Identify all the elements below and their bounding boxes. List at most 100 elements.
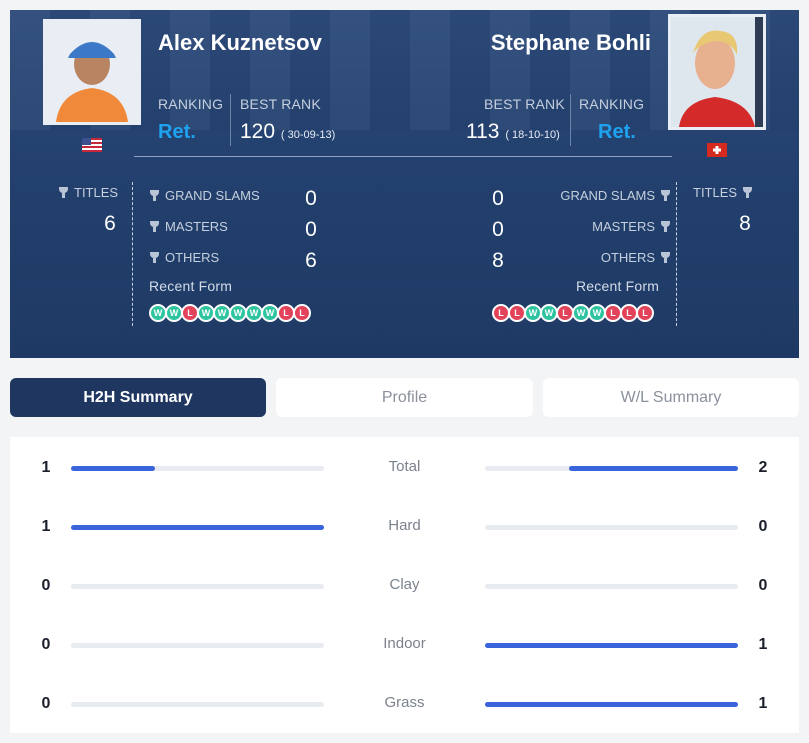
- switzerland-flag-icon: [707, 143, 727, 157]
- player1-grand-slams: 0: [305, 187, 317, 210]
- player1-masters: 0: [305, 218, 317, 241]
- player2-count: 0: [758, 577, 768, 594]
- player1-ranking-label: RANKING: [158, 96, 224, 112]
- player1-name[interactable]: Alex Kuznetsov: [158, 30, 322, 56]
- player2-bar: [485, 702, 738, 707]
- player2-recent-form: LLWWLWWLLL: [492, 304, 654, 322]
- player2-masters-label: MASTERS: [592, 219, 670, 234]
- player2-bar-fill: [485, 702, 738, 707]
- player2-count: 1: [758, 695, 768, 712]
- titles-label-text: TITLES: [74, 185, 119, 200]
- player1-bar-fill: [71, 466, 156, 471]
- tab-h2h-summary[interactable]: H2H Summary: [10, 378, 266, 417]
- player1-ranking: Ret.: [158, 121, 196, 143]
- player1-bar: [71, 525, 324, 530]
- player1-count: 1: [41, 518, 51, 535]
- summary-row-total: 1 Total 2: [10, 453, 799, 483]
- summary-category-label: Clay: [389, 576, 420, 593]
- player2-count: 1: [758, 636, 768, 653]
- player2-name[interactable]: Stephane Bohli: [491, 30, 651, 56]
- trophy-icon: [150, 252, 159, 263]
- player2-titles-label: TITLES: [693, 185, 753, 200]
- player2-others: 8: [492, 249, 504, 272]
- usa-flag-icon: [82, 138, 102, 152]
- player1-bar: [71, 466, 324, 471]
- player1-photo[interactable]: [43, 19, 141, 125]
- player2-count: 0: [758, 518, 768, 535]
- trophy-icon: [661, 190, 670, 201]
- summary-category-label: Total: [388, 458, 421, 475]
- divider: [230, 94, 231, 146]
- player2-bar: [485, 584, 738, 589]
- grand-slams-text: GRAND SLAMS: [165, 188, 260, 203]
- summary-category-label: Grass: [384, 694, 425, 711]
- player1-count: 0: [41, 695, 51, 712]
- player2-bar: [485, 643, 738, 648]
- player1-count: 1: [41, 459, 51, 476]
- trophy-icon: [150, 190, 159, 201]
- player1-others: 6: [305, 249, 317, 272]
- player1-best-rank-date: ( 30-09-13): [280, 129, 336, 141]
- player1-bar: [71, 584, 324, 589]
- player1-recent-form: WWLWWWWWLL: [149, 304, 311, 322]
- dotted-divider: [676, 182, 677, 326]
- grand-slams-text: GRAND SLAMS: [560, 188, 655, 203]
- player1-others-label: OTHERS: [150, 250, 219, 265]
- tab-profile[interactable]: Profile: [276, 378, 533, 417]
- others-text: OTHERS: [600, 250, 655, 265]
- tab-wl-summary[interactable]: W/L Summary: [543, 378, 799, 417]
- player1-best-rank: 120 ( 30-09-13): [240, 120, 335, 144]
- player2-others-label: OTHERS: [601, 250, 670, 265]
- player2-bar: [485, 525, 738, 530]
- h2h-summary-panel: 1 Total 2 1 Hard 0 0 Clay 0 0 Indoor 1 0 Grass 1: [10, 437, 799, 733]
- header-divider: [134, 156, 672, 157]
- player2-bar-fill: [569, 466, 738, 471]
- player2-best-rank-value: 113: [466, 120, 500, 143]
- player1-bar: [71, 702, 324, 707]
- player1-masters-label: MASTERS: [150, 219, 228, 234]
- player2-grand-slams-label: GRAND SLAMS: [560, 188, 670, 203]
- player1-count: 0: [41, 636, 51, 653]
- player-header: Alex Kuznetsov RANKING Ret. BEST RANK 12…: [10, 10, 799, 358]
- masters-text: MASTERS: [592, 219, 655, 234]
- player1-form-badge-loss: L: [293, 304, 311, 322]
- player2-count: 2: [758, 459, 768, 476]
- trophy-icon: [150, 221, 159, 232]
- player1-best-rank-label: BEST RANK: [240, 96, 321, 112]
- player2-photo[interactable]: [668, 14, 766, 130]
- player1-recent-form-label: Recent Form: [149, 278, 233, 294]
- player2-masters: 0: [492, 218, 504, 241]
- player2-titles: 8: [739, 212, 751, 235]
- player2-avatar: [671, 17, 763, 127]
- masters-text: MASTERS: [165, 219, 228, 234]
- others-text: OTHERS: [165, 250, 220, 265]
- player2-bar-fill: [485, 643, 738, 648]
- player2-best-rank-label: BEST RANK: [484, 96, 565, 112]
- summary-row-clay: 0 Clay 0: [10, 571, 799, 601]
- titles-label-text: TITLES: [693, 185, 738, 200]
- summary-row-hard: 1 Hard 0: [10, 512, 799, 542]
- trophy-icon: [661, 252, 670, 263]
- summary-category-label: Indoor: [383, 635, 426, 652]
- player1-bar-fill: [71, 525, 324, 530]
- player1-titles: 6: [104, 212, 116, 235]
- player1-grand-slams-label: GRAND SLAMS: [150, 188, 260, 203]
- summary-row-indoor: 0 Indoor 1: [10, 630, 799, 660]
- player2-form-badge-loss: L: [636, 304, 654, 322]
- dotted-divider: [132, 182, 133, 326]
- trophy-icon: [59, 187, 68, 198]
- divider: [570, 94, 571, 146]
- trophy-icon: [743, 187, 753, 198]
- player2-best-rank: 113 ( 18-10-10): [466, 120, 560, 144]
- summary-row-grass: 0 Grass 1: [10, 689, 799, 719]
- player1-best-rank-value: 120: [240, 120, 276, 143]
- player1-count: 0: [41, 577, 51, 594]
- player2-ranking-label: RANKING: [579, 96, 645, 112]
- summary-category-label: Hard: [388, 517, 421, 534]
- player2-best-rank-date: ( 18-10-10): [505, 129, 560, 141]
- player1-bar: [71, 643, 324, 648]
- player1-titles-label: TITLES: [59, 185, 118, 200]
- player2-bar: [485, 466, 738, 471]
- player2-ranking: Ret.: [598, 121, 636, 143]
- player1-avatar: [46, 22, 138, 122]
